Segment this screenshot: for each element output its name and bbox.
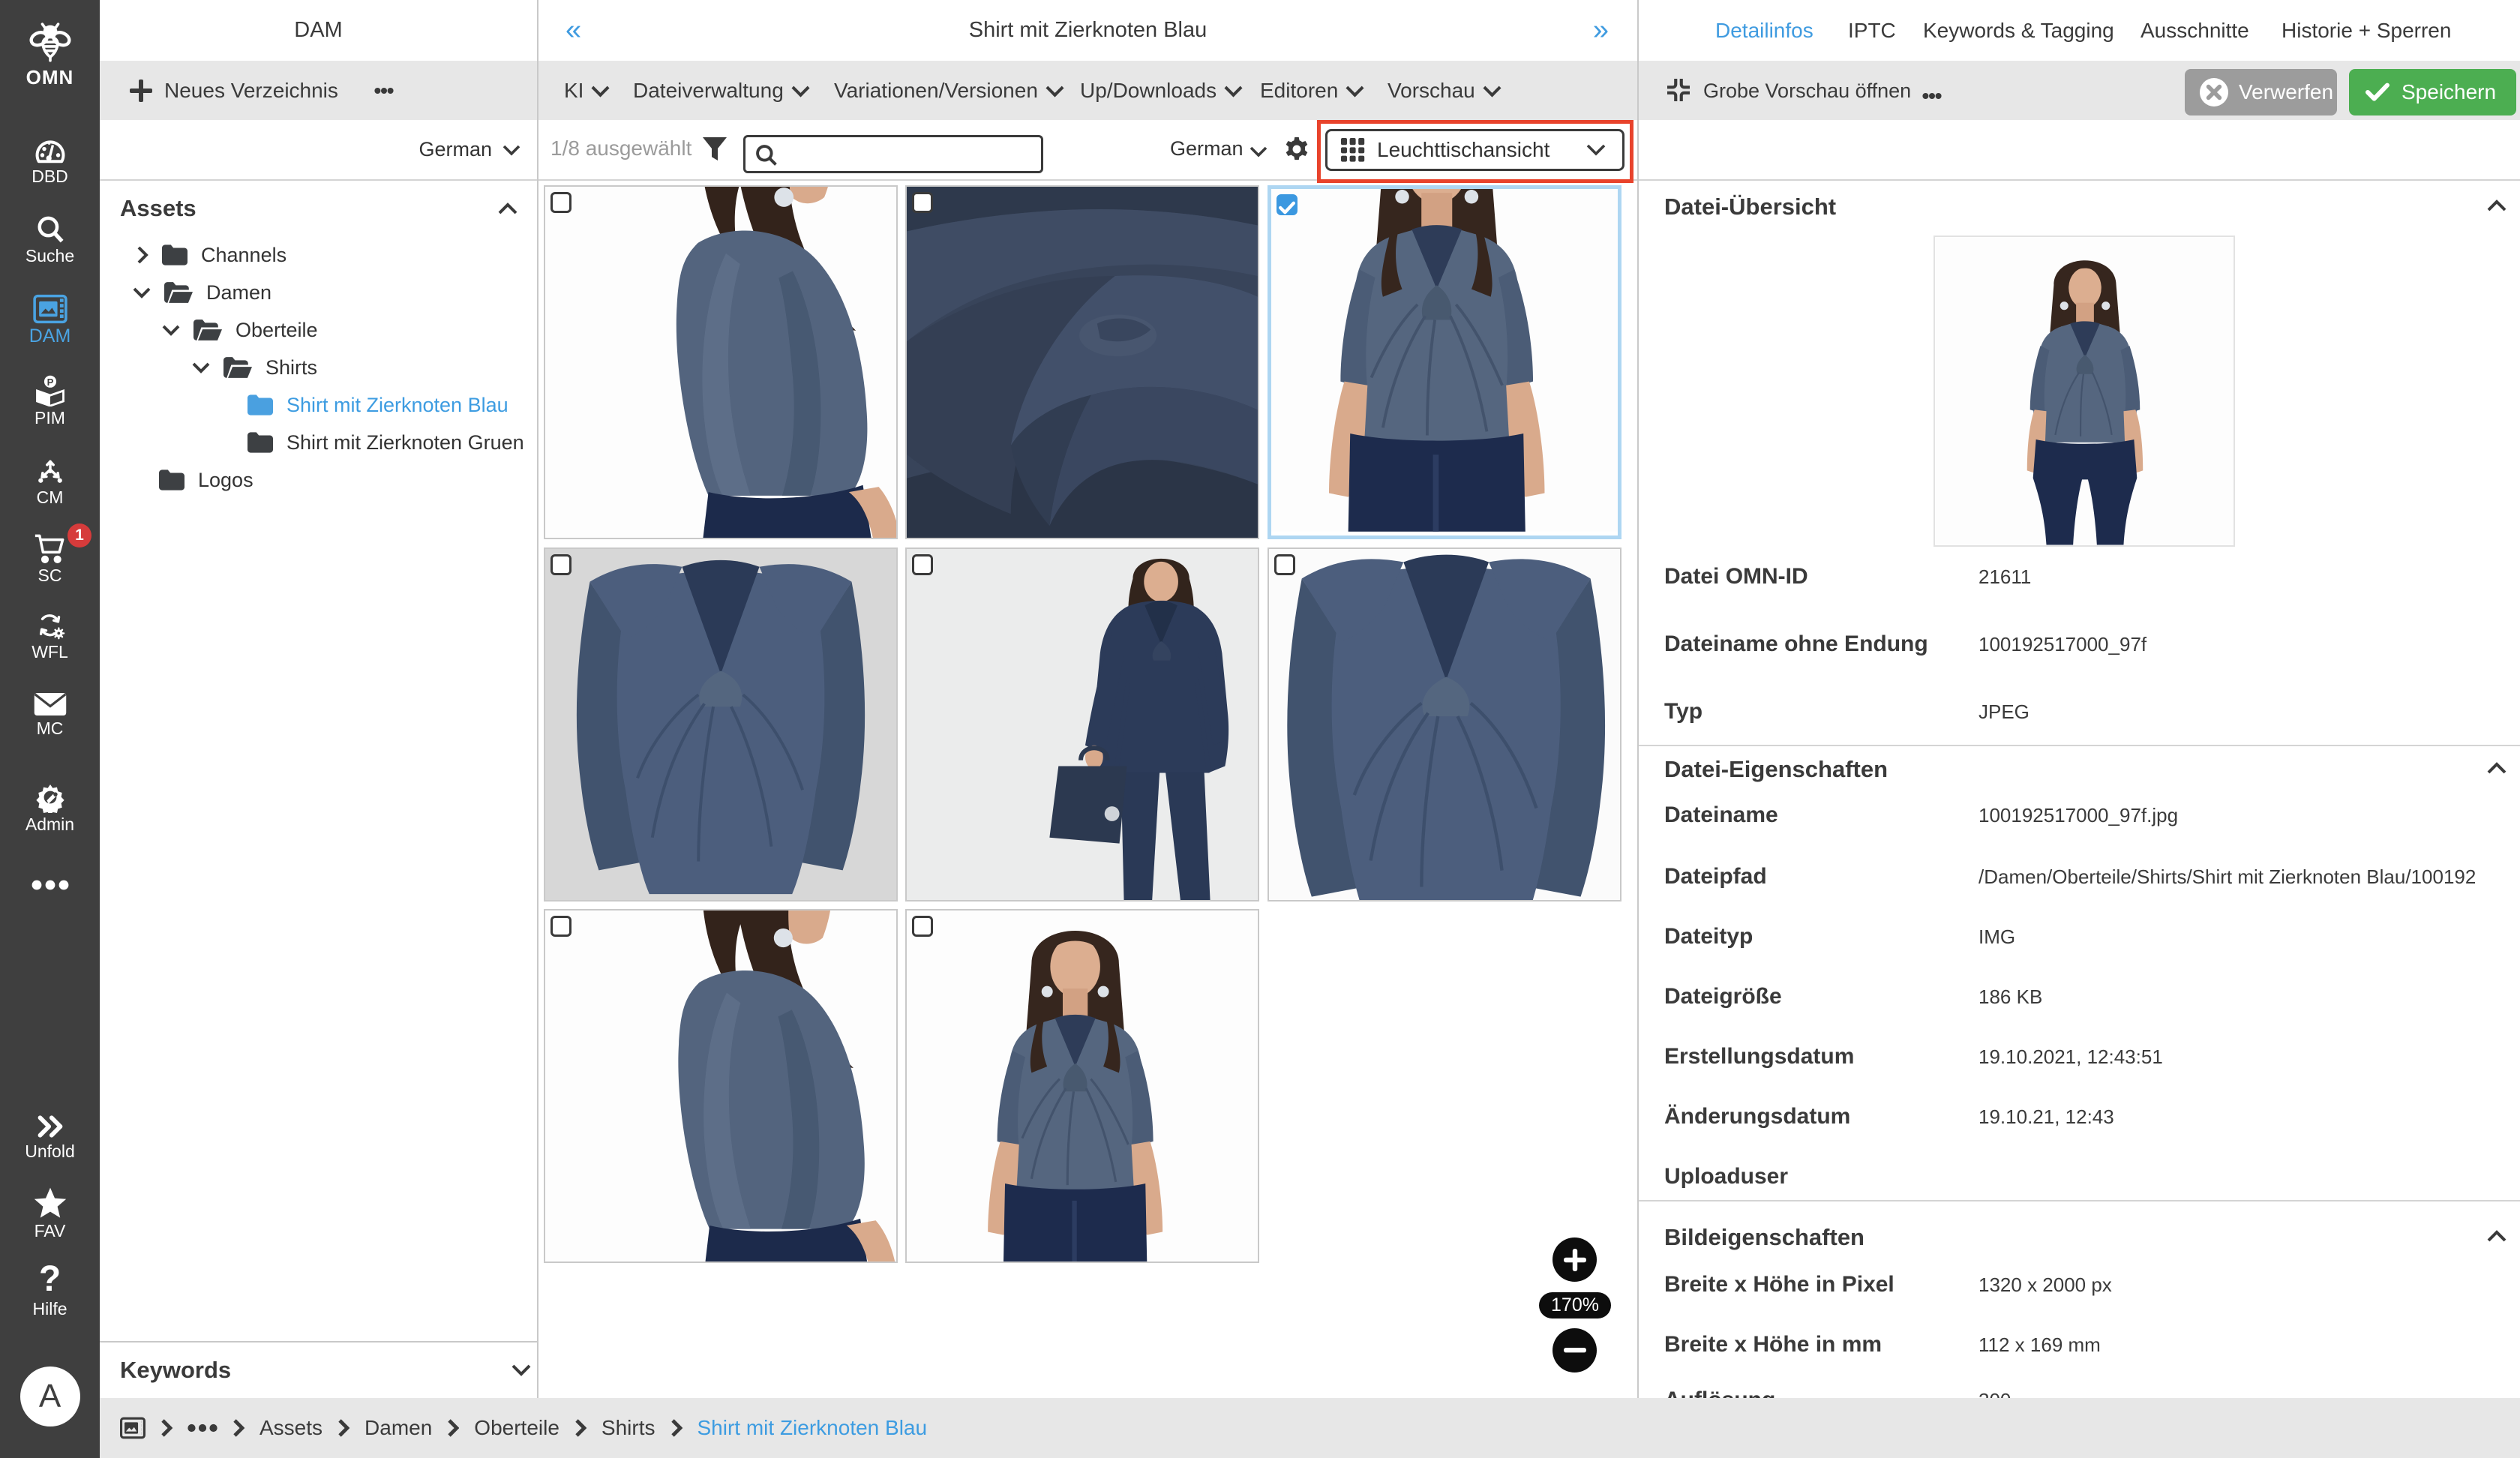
svg-text:P: P [46, 376, 53, 388]
